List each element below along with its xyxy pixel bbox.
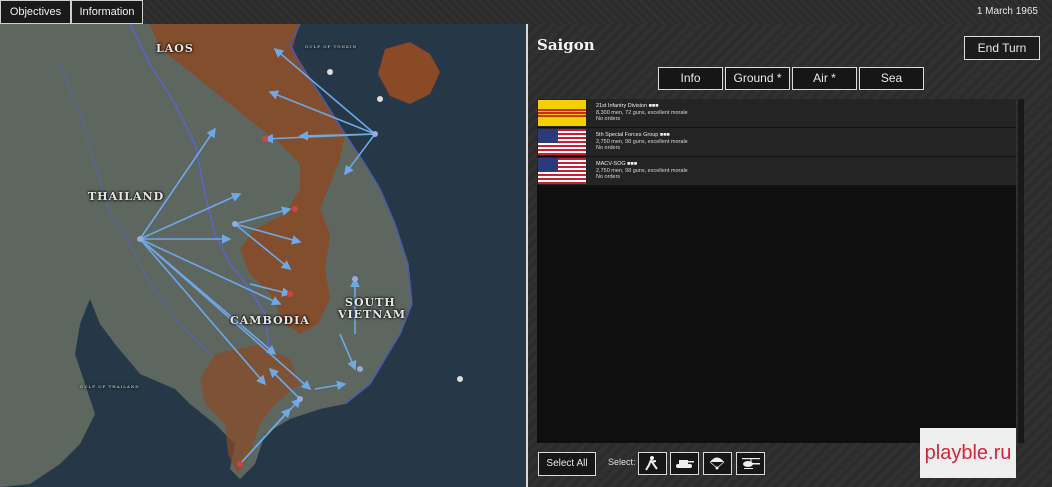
filter-infantry-button[interactable] xyxy=(638,452,667,475)
paratrooper-icon xyxy=(709,457,725,470)
strategic-map[interactable]: LAOS THAILAND CAMBODIA SOUTH VIETNAM GUL… xyxy=(0,24,526,487)
filter-helicopter-button[interactable] xyxy=(736,452,765,475)
tab-air[interactable]: Air * xyxy=(792,67,857,90)
objectives-button[interactable]: Objectives xyxy=(0,0,71,24)
usa-flag-icon xyxy=(538,129,586,155)
panel-tabs: Info Ground * Air * Sea xyxy=(658,67,926,90)
unit-list[interactable]: 21st Infantry Division ■■■ 8,300 men, 72… xyxy=(537,99,1016,443)
helicopter-icon xyxy=(742,458,760,469)
select-all-button[interactable]: Select All xyxy=(538,452,596,476)
province-title: Saigon xyxy=(537,36,595,54)
map-label-cambodia: CAMBODIA xyxy=(230,314,310,327)
infantry-icon xyxy=(645,456,658,471)
map-label-gulf-thailand: GULF OF THAILAND xyxy=(80,384,140,389)
game-date: 1 March 1965 xyxy=(976,6,1038,17)
unit-row[interactable]: MACV-SOG ■■■ 2,750 men, 98 guns, excelle… xyxy=(537,157,1016,186)
unit-orders: No orders xyxy=(596,116,621,122)
province-panel: Saigon End Turn Info Ground * Air * Sea … xyxy=(528,24,1052,487)
map-label-thailand: THAILAND xyxy=(88,190,165,203)
tab-info[interactable]: Info xyxy=(658,67,723,90)
top-bar: Objectives Information 1 March 1965 xyxy=(0,0,1052,24)
usa-flag-icon xyxy=(538,158,586,184)
select-filter-label: Select: xyxy=(608,457,636,467)
unit-row[interactable]: 21st Infantry Division ■■■ 8,300 men, 72… xyxy=(537,99,1016,128)
map-canvas[interactable] xyxy=(0,24,526,487)
unit-list-scrollbar[interactable] xyxy=(1018,99,1024,443)
end-turn-button[interactable]: End Turn xyxy=(964,36,1040,60)
map-label-gulf-tonkin: GULF OF TONKIN xyxy=(305,44,358,49)
unit-row[interactable]: 5th Special Forces Group ■■■ 2,750 men, … xyxy=(537,128,1016,157)
tab-ground[interactable]: Ground * xyxy=(725,67,790,90)
tab-sea[interactable]: Sea xyxy=(859,67,924,90)
unit-orders: No orders xyxy=(596,145,621,151)
south-vietnam-flag-icon xyxy=(538,100,586,126)
mainland-landmass xyxy=(0,24,412,487)
unit-orders: No orders xyxy=(596,174,621,180)
filter-airborne-button[interactable] xyxy=(703,452,732,475)
information-button[interactable]: Information xyxy=(71,0,143,24)
hainan-island xyxy=(378,42,440,104)
map-label-laos: LAOS xyxy=(156,42,194,55)
watermark: playble.ru xyxy=(920,428,1016,478)
tank-icon xyxy=(676,460,694,468)
map-label-vietnam: VIETNAM xyxy=(338,308,407,321)
filter-armor-button[interactable] xyxy=(670,452,699,475)
